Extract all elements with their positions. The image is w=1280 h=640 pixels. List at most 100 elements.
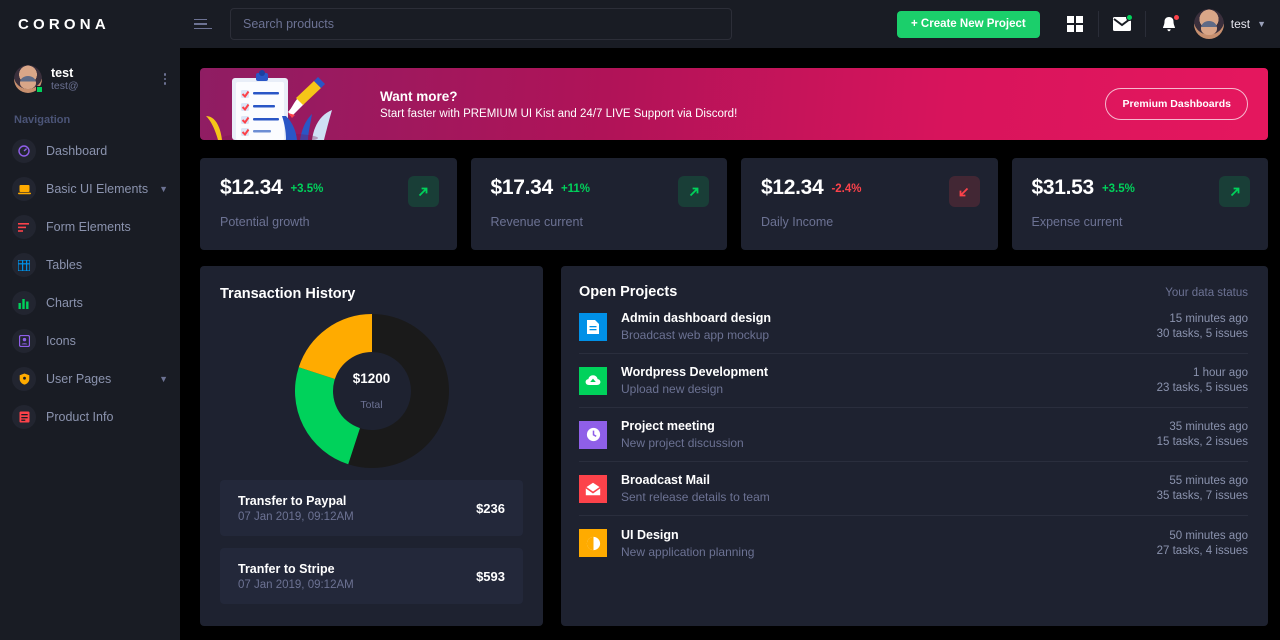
promo-banner: Want more? Start faster with PREMIUM UI … xyxy=(200,68,1268,140)
project-row[interactable]: Broadcast Mail Sent release details to t… xyxy=(579,462,1248,516)
laptop-icon xyxy=(12,177,36,201)
grid-apps-icon[interactable] xyxy=(1060,9,1090,39)
cloud-upload-icon xyxy=(579,367,607,395)
project-description: Sent release details to team xyxy=(621,490,770,504)
divider xyxy=(1098,11,1099,37)
sidebar-item-tables[interactable]: Tables xyxy=(0,246,180,284)
stat-percent: -2.4% xyxy=(831,183,861,195)
project-tasks: 35 tasks, 7 issues xyxy=(1157,490,1248,502)
open-projects-panel: Open Projects Your data status Admin das… xyxy=(561,266,1268,626)
transaction-name: Tranfer to Stripe xyxy=(238,562,354,576)
open-projects-title: Open Projects xyxy=(579,284,677,300)
stat-card: $12.34 +3.5% Potential growth xyxy=(200,158,457,250)
sidebar-item-label: Charts xyxy=(46,296,83,310)
stat-label: Daily Income xyxy=(761,215,980,229)
online-status-dot xyxy=(36,86,43,93)
hamburger-icon[interactable] xyxy=(194,19,212,30)
sidebar-item-charts[interactable]: Charts xyxy=(0,284,180,322)
sidebar-item-icons[interactable]: Icons xyxy=(0,322,180,360)
transaction-item[interactable]: Tranfer to Stripe 07 Jan 2019, 09:12AM $… xyxy=(220,548,523,604)
trend-down-icon xyxy=(949,176,980,207)
sidebar-item-label: User Pages xyxy=(46,372,111,386)
mail-icon[interactable] xyxy=(1107,9,1137,39)
transaction-date: 07 Jan 2019, 09:12AM xyxy=(238,579,354,591)
project-tasks: 27 tasks, 4 issues xyxy=(1157,545,1248,557)
table-icon xyxy=(12,253,36,277)
transaction-item[interactable]: Transfer to Paypal 07 Jan 2019, 09:12AM … xyxy=(220,480,523,536)
project-list: Admin dashboard design Broadcast web app… xyxy=(579,300,1248,570)
avatar xyxy=(14,65,42,93)
transaction-amount: $236 xyxy=(476,501,505,516)
create-new-project-button[interactable]: + Create New Project xyxy=(897,11,1040,38)
sidebar-item-form-elements[interactable]: Form Elements xyxy=(0,208,180,246)
project-time: 50 minutes ago xyxy=(1157,530,1248,542)
clock-icon xyxy=(579,421,607,449)
donut-chart: $1200 Total xyxy=(220,314,523,468)
user-menu-label: test xyxy=(1231,17,1250,31)
stat-percent: +3.5% xyxy=(290,183,323,195)
sidebar-profile[interactable]: test test@ xyxy=(0,48,180,100)
transaction-list: Transfer to Paypal 07 Jan 2019, 09:12AM … xyxy=(220,480,523,604)
divider xyxy=(1145,11,1146,37)
chevron-down-icon: ▼ xyxy=(159,374,168,384)
dashboard-app: CORONA test test@ Navigation Dashboard Ba… xyxy=(0,0,1280,640)
project-tasks: 30 tasks, 5 issues xyxy=(1157,328,1248,340)
sidebar-item-label: Basic UI Elements xyxy=(46,182,148,196)
project-time: 1 hour ago xyxy=(1157,367,1248,379)
stat-value: $31.53 xyxy=(1032,176,1094,200)
chevron-down-icon: ▼ xyxy=(1257,19,1266,29)
topbar: + Create New Project xyxy=(180,0,1280,48)
project-time: 15 minutes ago xyxy=(1157,313,1248,325)
transaction-date: 07 Jan 2019, 09:12AM xyxy=(238,511,354,523)
project-name: Wordpress Development xyxy=(621,365,768,379)
project-tasks: 15 tasks, 2 issues xyxy=(1157,436,1248,448)
stat-label: Expense current xyxy=(1032,215,1251,229)
stat-card: $12.34 -2.4% Daily Income xyxy=(741,158,998,250)
sidebar-item-dashboard[interactable]: Dashboard xyxy=(0,132,180,170)
brand-logo[interactable]: CORONA xyxy=(0,0,180,48)
mail-badge xyxy=(1126,14,1133,21)
stat-value: $12.34 xyxy=(220,176,282,200)
sidebar-item-label: Icons xyxy=(46,334,76,348)
mail-open-icon xyxy=(579,475,607,503)
sidebar-item-label: Dashboard xyxy=(46,144,107,158)
stat-percent: +3.5% xyxy=(1102,183,1135,195)
project-description: Upload new design xyxy=(621,382,768,396)
profile-email: test@ xyxy=(51,80,79,92)
sidebar-item-label: Tables xyxy=(46,258,82,272)
project-row[interactable]: UI Design New application planning 50 mi… xyxy=(579,516,1248,570)
user-menu[interactable]: test ▼ xyxy=(1194,9,1266,39)
stat-value: $12.34 xyxy=(761,176,823,200)
stat-percent: +11% xyxy=(561,183,590,195)
sidebar-item-user-pages[interactable]: User Pages ▼ xyxy=(0,360,180,398)
trend-up-icon xyxy=(408,176,439,207)
nav-section-title: Navigation xyxy=(0,100,180,132)
topbar-avatar xyxy=(1194,9,1224,39)
stat-label: Potential growth xyxy=(220,215,439,229)
sidebar-nav: DashboardBasic UI Elements▼Form Elements… xyxy=(0,132,180,436)
donut-segment xyxy=(314,373,354,446)
panels: Transaction History $1200 Total Transfer… xyxy=(200,266,1268,626)
transaction-name: Transfer to Paypal xyxy=(238,494,354,508)
project-tasks: 23 tasks, 5 issues xyxy=(1157,382,1248,394)
project-time: 55 minutes ago xyxy=(1157,475,1248,487)
project-row[interactable]: Admin dashboard design Broadcast web app… xyxy=(579,300,1248,354)
document-icon xyxy=(579,313,607,341)
search-input[interactable] xyxy=(230,8,732,40)
sidebar-item-label: Form Elements xyxy=(46,220,131,234)
project-description: New project discussion xyxy=(621,436,744,450)
bell-icon[interactable] xyxy=(1154,9,1184,39)
trend-up-icon xyxy=(678,176,709,207)
sidebar-item-product-info[interactable]: Product Info xyxy=(0,398,180,436)
sidebar-item-basic-ui-elements[interactable]: Basic UI Elements▼ xyxy=(0,170,180,208)
project-row[interactable]: Project meeting New project discussion 3… xyxy=(579,408,1248,462)
stat-card: $31.53 +3.5% Expense current xyxy=(1012,158,1269,250)
premium-dashboards-button[interactable]: Premium Dashboards xyxy=(1105,88,1248,120)
content: Want more? Start faster with PREMIUM UI … xyxy=(180,48,1280,640)
project-row[interactable]: Wordpress Development Upload new design … xyxy=(579,354,1248,408)
project-description: New application planning xyxy=(621,545,754,559)
transaction-history-panel: Transaction History $1200 Total Transfer… xyxy=(200,266,543,626)
project-name: Broadcast Mail xyxy=(621,473,770,487)
notification-badge xyxy=(1173,14,1180,21)
profile-more-icon[interactable] xyxy=(164,71,167,87)
